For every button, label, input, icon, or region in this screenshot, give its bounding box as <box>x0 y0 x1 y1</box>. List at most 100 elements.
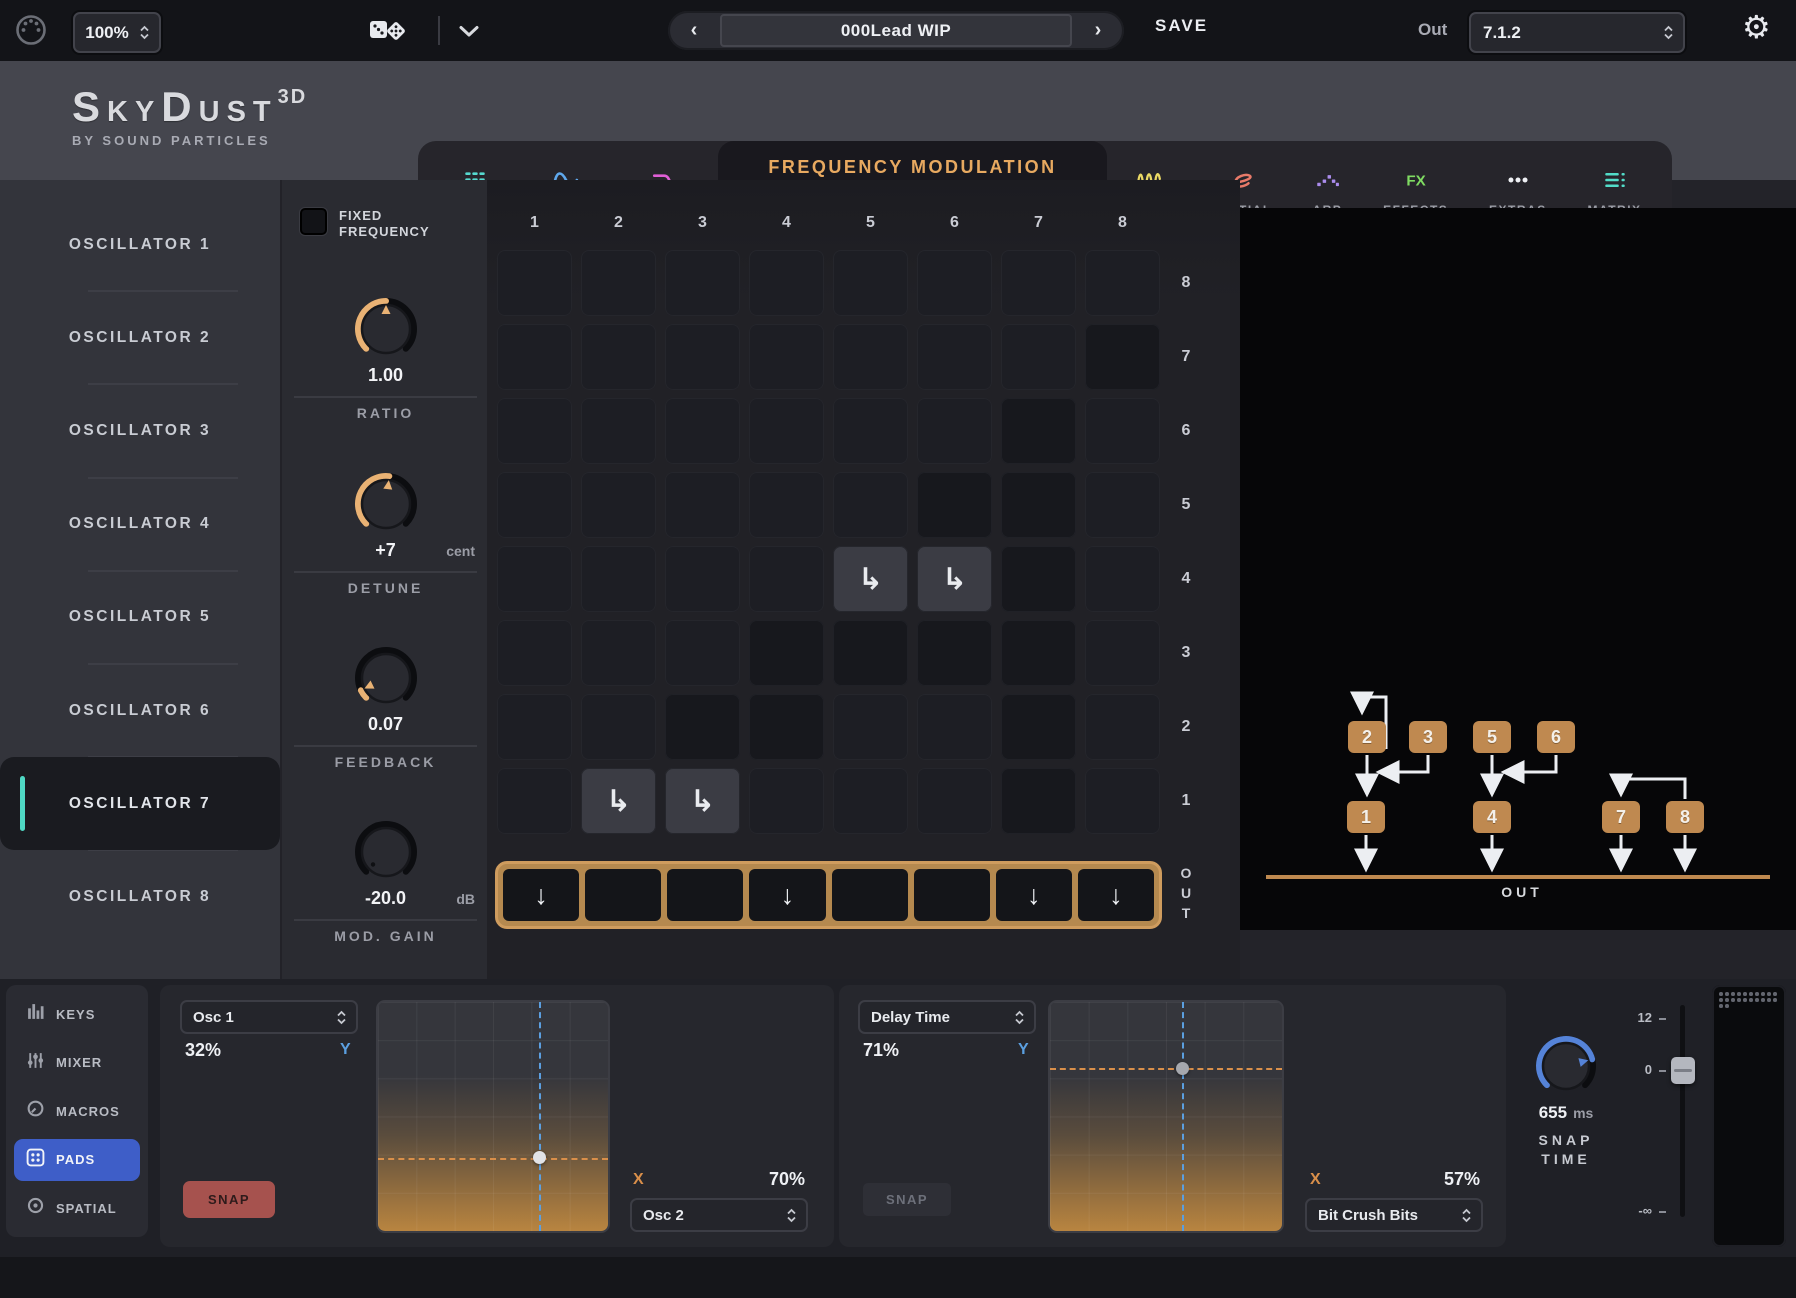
diagram-box-osc-1[interactable]: 1 <box>1347 801 1385 833</box>
matrix-cell-r1-c1[interactable] <box>497 768 572 834</box>
sidebar-item-oscillator-5[interactable]: OSCILLATOR 5 <box>0 571 280 664</box>
matrix-cell-r8-c1[interactable] <box>497 250 572 316</box>
matrix-cell-r3-c7[interactable] <box>1001 620 1076 686</box>
matrix-cell-r6-c5[interactable] <box>833 398 908 464</box>
pad-position-dot[interactable] <box>533 1151 546 1164</box>
matrix-cell-r6-c2[interactable] <box>581 398 656 464</box>
matrix-cell-r5-c5[interactable] <box>833 472 908 538</box>
pad1-x-target-select[interactable]: Osc 2 <box>630 1198 808 1232</box>
diagram-box-osc-8[interactable]: 8 <box>1666 801 1704 833</box>
knob-mod_gain[interactable] <box>353 819 419 890</box>
matrix-cell-r4-c5[interactable]: ↳ <box>833 546 908 612</box>
output-gain-slider-track[interactable] <box>1680 1005 1685 1217</box>
matrix-cell-r5-c7[interactable] <box>1001 472 1076 538</box>
matrix-cell-r4-c3[interactable] <box>665 546 740 612</box>
matrix-cell-r2-c1[interactable] <box>497 694 572 760</box>
knob-detune[interactable] <box>353 471 419 542</box>
bottom-nav-spatial[interactable]: SPATIAL <box>14 1187 140 1229</box>
sidebar-item-oscillator-8[interactable]: OSCILLATOR 8 <box>0 850 280 943</box>
sidebar-item-oscillator-4[interactable]: OSCILLATOR 4 <box>0 478 280 571</box>
matrix-cell-r2-c2[interactable] <box>581 694 656 760</box>
preset-next-button[interactable]: › <box>1072 11 1124 50</box>
matrix-cell-r3-c2[interactable] <box>581 620 656 686</box>
matrix-cell-r7-c1[interactable] <box>497 324 572 390</box>
matrix-cell-r8-c4[interactable] <box>749 250 824 316</box>
matrix-cell-r6-c8[interactable] <box>1085 398 1160 464</box>
pad2-snap-button[interactable]: SNAP <box>861 1181 953 1218</box>
matrix-cell-r4-c4[interactable] <box>749 546 824 612</box>
matrix-cell-r2-c3[interactable] <box>665 694 740 760</box>
output-gain-slider-handle[interactable] <box>1671 1057 1695 1084</box>
bottom-nav-mixer[interactable]: MIXER <box>14 1042 140 1084</box>
matrix-cell-r1-c7[interactable] <box>1001 768 1076 834</box>
matrix-cell-r2-c8[interactable] <box>1085 694 1160 760</box>
matrix-cell-r4-c1[interactable] <box>497 546 572 612</box>
preset-name[interactable]: 000Lead WIP <box>720 14 1072 47</box>
out-cell-6[interactable] <box>914 869 990 921</box>
sidebar-item-oscillator-2[interactable]: OSCILLATOR 2 <box>0 291 280 384</box>
snap-time-knob[interactable] <box>1534 1034 1598 1103</box>
matrix-cell-r2-c4[interactable] <box>749 694 824 760</box>
matrix-cell-r8-c6[interactable] <box>917 250 992 316</box>
matrix-cell-r5-c3[interactable] <box>665 472 740 538</box>
stepper-icon[interactable] <box>1461 1207 1481 1224</box>
out-cell-2[interactable] <box>585 869 661 921</box>
matrix-cell-r6-c1[interactable] <box>497 398 572 464</box>
bottom-nav-macros[interactable]: MACROS <box>14 1090 140 1132</box>
out-cell-7[interactable]: ↓ <box>996 869 1072 921</box>
matrix-cell-r1-c2[interactable]: ↳ <box>581 768 656 834</box>
preset-prev-button[interactable]: ‹ <box>668 11 720 50</box>
matrix-cell-r7-c3[interactable] <box>665 324 740 390</box>
save-button[interactable]: SAVE <box>1155 16 1208 36</box>
matrix-cell-r4-c2[interactable] <box>581 546 656 612</box>
matrix-cell-r6-c3[interactable] <box>665 398 740 464</box>
matrix-cell-r8-c5[interactable] <box>833 250 908 316</box>
fixed-frequency-checkbox[interactable] <box>300 208 327 235</box>
matrix-cell-r7-c7[interactable] <box>1001 324 1076 390</box>
matrix-cell-r2-c7[interactable] <box>1001 694 1076 760</box>
bottom-nav-keys[interactable]: KEYS <box>14 993 140 1035</box>
pad1-snap-button[interactable]: SNAP <box>183 1181 275 1218</box>
stepper-icon[interactable] <box>139 24 159 41</box>
matrix-cell-r4-c7[interactable] <box>1001 546 1076 612</box>
matrix-cell-r1-c4[interactable] <box>749 768 824 834</box>
pad-position-dot[interactable] <box>1176 1062 1189 1075</box>
sidebar-item-oscillator-1[interactable]: OSCILLATOR 1 <box>0 198 280 291</box>
out-cell-8[interactable]: ↓ <box>1078 869 1154 921</box>
pad2-xy-surface[interactable] <box>1050 1002 1282 1231</box>
matrix-cell-r8-c2[interactable] <box>581 250 656 316</box>
matrix-cell-r3-c1[interactable] <box>497 620 572 686</box>
pad1-xy-surface[interactable] <box>378 1002 608 1231</box>
matrix-cell-r2-c6[interactable] <box>917 694 992 760</box>
matrix-cell-r3-c6[interactable] <box>917 620 992 686</box>
matrix-cell-r1-c8[interactable] <box>1085 768 1160 834</box>
matrix-cell-r6-c6[interactable] <box>917 398 992 464</box>
matrix-cell-r7-c8[interactable] <box>1085 324 1160 390</box>
stepper-icon[interactable] <box>786 1207 806 1224</box>
randomize-dice-icon[interactable] <box>368 15 408 52</box>
matrix-cell-r1-c6[interactable] <box>917 768 992 834</box>
stepper-icon[interactable] <box>1014 1009 1034 1026</box>
matrix-cell-r8-c8[interactable] <box>1085 250 1160 316</box>
diagram-box-osc-6[interactable]: 6 <box>1537 721 1575 753</box>
matrix-cell-r3-c4[interactable] <box>749 620 824 686</box>
matrix-cell-r5-c8[interactable] <box>1085 472 1160 538</box>
matrix-cell-r7-c5[interactable] <box>833 324 908 390</box>
diagram-box-osc-2[interactable]: 2 <box>1348 721 1386 753</box>
output-format-select[interactable]: 7.1.2 <box>1469 12 1685 53</box>
sidebar-item-oscillator-6[interactable]: OSCILLATOR 6 <box>0 664 280 757</box>
matrix-cell-r7-c4[interactable] <box>749 324 824 390</box>
matrix-cell-r6-c7[interactable] <box>1001 398 1076 464</box>
diagram-box-osc-3[interactable]: 3 <box>1409 721 1447 753</box>
matrix-cell-r7-c2[interactable] <box>581 324 656 390</box>
pad2-x-target-select[interactable]: Bit Crush Bits <box>1305 1198 1483 1232</box>
sidebar-item-oscillator-7[interactable]: OSCILLATOR 7 <box>0 757 280 850</box>
chevron-down-icon[interactable] <box>458 24 480 43</box>
matrix-cell-r7-c6[interactable] <box>917 324 992 390</box>
matrix-cell-r5-c6[interactable] <box>917 472 992 538</box>
diagram-box-osc-4[interactable]: 4 <box>1473 801 1511 833</box>
matrix-cell-r6-c4[interactable] <box>749 398 824 464</box>
knob-feedback[interactable] <box>353 645 419 716</box>
matrix-cell-r5-c1[interactable] <box>497 472 572 538</box>
out-cell-3[interactable] <box>667 869 743 921</box>
